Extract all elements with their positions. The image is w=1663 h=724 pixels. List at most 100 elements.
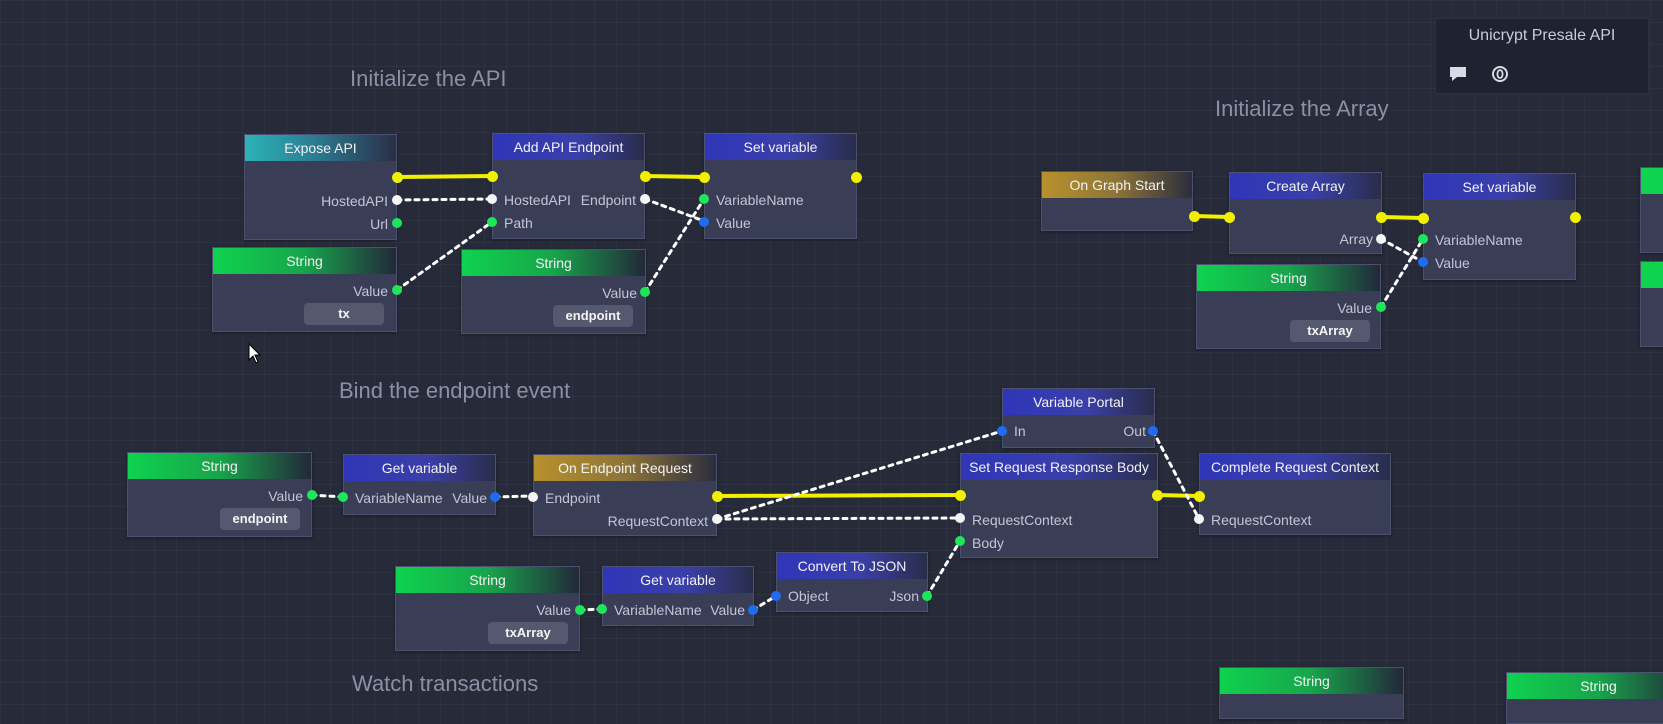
node-expose-api[interactable]: Expose API HostedAPI Url — [244, 134, 397, 240]
exec-out-pin[interactable] — [1189, 211, 1200, 222]
node-string-endpoint-2[interactable]: String Value endpoint — [127, 452, 312, 537]
value-in-pin[interactable] — [699, 217, 709, 227]
exec-out-pin[interactable] — [712, 491, 723, 502]
port-value-out: Value — [353, 283, 388, 299]
value-out-pin[interactable] — [575, 605, 585, 615]
string-value-field[interactable]: txArray — [1290, 320, 1370, 342]
hostedapi-in-pin[interactable] — [487, 194, 497, 204]
node-title: String — [1197, 265, 1380, 291]
port-body-in: Body — [972, 535, 1004, 551]
exec-out-pin[interactable] — [640, 171, 651, 182]
object-in-pin[interactable] — [771, 591, 781, 601]
value-in-pin[interactable] — [1418, 257, 1428, 267]
exec-in-pin[interactable] — [699, 172, 710, 183]
node-variable-portal[interactable]: Variable Portal In Out — [1002, 388, 1155, 448]
exec-in-pin[interactable] — [1418, 213, 1429, 224]
node-get-variable[interactable]: Get variable VariableName Value — [343, 454, 496, 515]
graph-info-panel: Unicrypt Presale API — [1435, 18, 1649, 94]
exec-out-pin[interactable] — [392, 172, 403, 183]
node-string-bottom[interactable]: String — [1219, 667, 1404, 719]
exec-in-pin[interactable] — [1194, 491, 1205, 502]
port-out: Out — [1123, 423, 1146, 439]
node-title: Expose API — [245, 135, 396, 161]
port-value-out: Value — [268, 488, 303, 504]
json-out-pin[interactable] — [922, 591, 932, 601]
node-title: Set variable — [1424, 174, 1575, 200]
node-convert-to-json[interactable]: Convert To JSON Object Json — [776, 552, 928, 612]
node-offscreen-top[interactable] — [1640, 167, 1663, 253]
data-wire — [643, 197, 706, 223]
port-value-in: Value — [716, 215, 751, 231]
node-string-bottom-right[interactable]: String — [1506, 672, 1663, 724]
value-out-pin[interactable] — [392, 285, 402, 295]
path-in-pin[interactable] — [487, 217, 497, 227]
node-title: Set variable — [705, 134, 856, 160]
node-title: Create Array — [1230, 173, 1381, 199]
zero-badge-icon[interactable] — [1490, 65, 1510, 88]
node-string-endpoint[interactable]: String Value endpoint — [461, 249, 646, 334]
value-out-pin[interactable] — [490, 492, 500, 502]
node-set-variable-array[interactable]: Set variable VariableName Value — [1423, 173, 1576, 280]
node-title: On Endpoint Request — [534, 455, 716, 481]
node-set-request-response-body[interactable]: Set Request Response Body RequestContext… — [960, 453, 1158, 558]
variablename-in-pin[interactable] — [1418, 234, 1428, 244]
node-create-array[interactable]: Create Array Array — [1229, 172, 1382, 254]
exec-wire — [715, 493, 962, 498]
node-on-graph-start[interactable]: On Graph Start — [1041, 171, 1193, 231]
port-object-in: Object — [788, 588, 829, 604]
exec-out-pin[interactable] — [1570, 212, 1581, 223]
in-pin[interactable] — [997, 426, 1007, 436]
port-value-out: Value — [536, 602, 571, 618]
array-out-pin[interactable] — [1376, 234, 1386, 244]
requestcontext-in-pin[interactable] — [955, 513, 965, 523]
exec-in-pin[interactable] — [1224, 212, 1235, 223]
string-value-field[interactable]: endpoint — [220, 508, 300, 530]
endpoint-out-pin[interactable] — [640, 194, 650, 204]
node-title: String — [128, 453, 311, 479]
exec-in-pin[interactable] — [955, 490, 966, 501]
endpoint-in-pin[interactable] — [528, 492, 538, 502]
url-out-pin[interactable] — [392, 218, 402, 228]
node-complete-request-context[interactable]: Complete Request Context RequestContext — [1199, 453, 1391, 535]
variablename-in-pin[interactable] — [597, 604, 607, 614]
value-out-pin[interactable] — [1376, 302, 1386, 312]
string-value-field[interactable]: endpoint — [553, 305, 633, 327]
port-value-out: Value — [1337, 300, 1372, 316]
node-string-txarray[interactable]: String Value txArray — [1196, 264, 1381, 349]
comment-icon[interactable] — [1448, 65, 1468, 88]
variablename-in-pin[interactable] — [699, 194, 709, 204]
port-variablename-in: VariableName — [716, 192, 804, 208]
value-out-pin[interactable] — [307, 490, 317, 500]
value-out-pin[interactable] — [640, 287, 650, 297]
node-offscreen-mid[interactable] — [1640, 261, 1663, 347]
group-label-bind-event: Bind the endpoint event — [339, 378, 571, 403]
node-string-txarray-2[interactable]: String Value txArray — [395, 566, 580, 651]
string-value-field[interactable]: tx — [304, 303, 384, 325]
graph-canvas[interactable]: Initialize the API Initialize the Array … — [0, 0, 1663, 724]
node-on-endpoint-request[interactable]: On Endpoint Request Endpoint RequestCont… — [533, 454, 717, 536]
exec-wire — [1379, 215, 1425, 220]
requestcontext-in-pin[interactable] — [1194, 514, 1204, 524]
port-endpoint-in: Endpoint — [545, 490, 601, 506]
node-title: String — [396, 567, 579, 593]
string-value-field[interactable]: txArray — [488, 622, 568, 644]
requestcontext-out-pin[interactable] — [712, 514, 722, 524]
node-title: String — [1507, 673, 1663, 699]
value-out-pin[interactable] — [748, 605, 758, 615]
variablename-in-pin[interactable] — [338, 492, 348, 502]
port-value-out: Value — [452, 490, 487, 506]
node-set-variable[interactable]: Set variable VariableName Value — [704, 133, 857, 239]
body-in-pin[interactable] — [955, 536, 965, 546]
node-add-api-endpoint[interactable]: Add API Endpoint HostedAPI Path Endpoint — [492, 133, 645, 239]
exec-in-pin[interactable] — [487, 171, 498, 182]
exec-out-pin[interactable] — [1152, 490, 1163, 501]
node-title: Add API Endpoint — [493, 134, 644, 160]
hostedapi-out-pin[interactable] — [392, 195, 402, 205]
exec-wire — [643, 174, 706, 179]
exec-out-pin[interactable] — [1376, 212, 1387, 223]
node-title: On Graph Start — [1042, 172, 1192, 198]
out-pin[interactable] — [1148, 426, 1158, 436]
exec-out-pin[interactable] — [851, 172, 862, 183]
node-get-variable-2[interactable]: Get variable VariableName Value — [602, 566, 754, 626]
node-string-tx[interactable]: String Value tx — [212, 247, 397, 332]
